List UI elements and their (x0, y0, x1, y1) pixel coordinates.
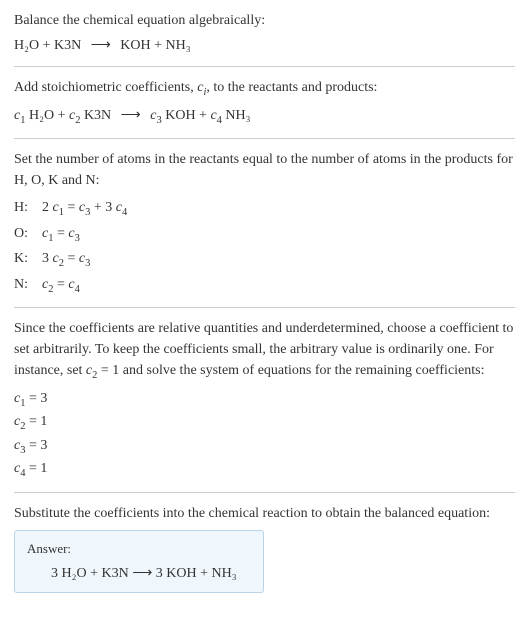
arrow-icon: ⟶ (91, 35, 111, 56)
unbalanced-equation: H₂O + K3N ⟶ KOH + NH₃ (14, 35, 515, 56)
section-solve: Since the coefficients are relative quan… (14, 318, 515, 482)
val: = 1 (25, 414, 47, 429)
coeff-row: c3 = 3 (14, 435, 515, 459)
cs: 4 (122, 207, 127, 218)
text: + 3 (90, 200, 115, 215)
answer-intro: Substitute the coefficients into the che… (14, 503, 515, 524)
solve-text: Since the coefficients are relative quan… (14, 318, 515, 384)
coeff-equation: c1 H₂O + c2 K3N ⟶ c3 KOH + c4 NH₃ (14, 105, 515, 129)
element-label: K: (14, 248, 42, 272)
element-label: N: (14, 274, 42, 298)
answer-box: Answer: 3 H₂O + K3N ⟶ 3 KOH + NH₃ (14, 530, 264, 593)
eq-lhs: H₂O + K3N (14, 38, 81, 53)
table-row: H: 2 c1 = c3 + 3 c4 (14, 197, 515, 221)
element-label: O: (14, 223, 42, 247)
coeff-intro: Add stoichiometric coefficients, ci, to … (14, 77, 515, 101)
divider (14, 307, 515, 308)
section-answer: Substitute the coefficients into the che… (14, 503, 515, 593)
eq-rhs: 3 KOH + NH₃ (152, 566, 236, 581)
section-coefficients: Add stoichiometric coefficients, ci, to … (14, 77, 515, 128)
cs: 3 (85, 258, 90, 269)
element-equation: 2 c1 = c3 + 3 c4 (42, 197, 127, 221)
text: NH₃ (222, 108, 251, 123)
text: , to the reactants and products: (206, 80, 377, 95)
val: = 3 (25, 391, 47, 406)
atom-balance-title: Set the number of atoms in the reactants… (14, 149, 515, 191)
coeff-row: c2 = 1 (14, 411, 515, 435)
table-row: K: 3 c2 = c3 (14, 248, 515, 272)
text: = (64, 200, 79, 215)
problem-title: Balance the chemical equation algebraica… (14, 10, 515, 31)
val: = 3 (25, 438, 47, 453)
answer-label: Answer: (27, 539, 251, 559)
cs: 4 (75, 284, 80, 295)
text: 2 (42, 200, 53, 215)
text: = (53, 277, 68, 292)
section-problem: Balance the chemical equation algebraica… (14, 10, 515, 56)
element-equation: 3 c2 = c3 (42, 248, 90, 272)
val: = 1 (25, 461, 47, 476)
eq-rhs: KOH + NH₃ (120, 38, 190, 53)
element-equation: c2 = c4 (42, 274, 80, 298)
balanced-equation: 3 H₂O + K3N ⟶ 3 KOH + NH₃ (27, 563, 251, 584)
text: Add stoichiometric coefficients, (14, 80, 197, 95)
table-row: N: c2 = c4 (14, 274, 515, 298)
divider (14, 138, 515, 139)
divider (14, 492, 515, 493)
text: = 1 and solve the system of equations fo… (97, 363, 484, 378)
section-atom-balance: Set the number of atoms in the reactants… (14, 149, 515, 297)
text: = (64, 251, 79, 266)
eq-lhs: 3 H₂O + K3N (51, 566, 132, 581)
text: = (53, 226, 68, 241)
coeff-row: c4 = 1 (14, 458, 515, 482)
coeff-row: c1 = 3 (14, 388, 515, 412)
cs: 3 (75, 232, 80, 243)
atom-table: H: 2 c1 = c3 + 3 c4 O: c1 = c3 K: 3 c2 =… (14, 197, 515, 297)
text: 3 (42, 251, 53, 266)
text: K3N (80, 108, 114, 123)
table-row: O: c1 = c3 (14, 223, 515, 247)
divider (14, 66, 515, 67)
element-label: H: (14, 197, 42, 221)
element-equation: c1 = c3 (42, 223, 80, 247)
arrow-icon: ⟶ (132, 566, 152, 581)
text: KOH + (162, 108, 211, 123)
arrow-icon: ⟶ (121, 105, 141, 126)
text: H₂O + (25, 108, 69, 123)
coeff-list: c1 = 3 c2 = 1 c3 = 3 c4 = 1 (14, 388, 515, 482)
